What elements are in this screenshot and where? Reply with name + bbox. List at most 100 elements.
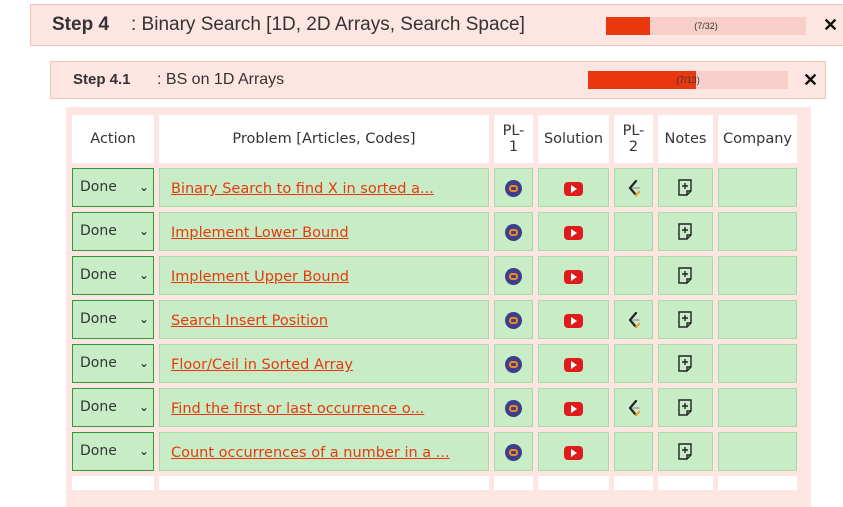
action-select[interactable]: Done ⌄ <box>73 169 153 206</box>
gfg-icon[interactable] <box>505 224 522 241</box>
header-pl1-line2: 1 <box>508 139 519 155</box>
substep-name: : BS on 1D Arrays <box>157 71 285 88</box>
company-cell <box>718 256 797 295</box>
step-name: : Binary Search [1D, 2D Arrays, Search S… <box>131 14 525 35</box>
action-cell: Done ⌄ <box>72 388 154 427</box>
gfg-icon[interactable] <box>505 180 522 197</box>
problem-cell: Floor/Ceil in Sorted Array <box>159 344 489 383</box>
add-note-icon[interactable] <box>676 309 696 328</box>
notes-cell <box>658 388 713 427</box>
substep-close-icon[interactable]: ✕ <box>803 70 818 91</box>
chevron-down-icon: ⌄ <box>138 180 149 194</box>
company-cell <box>718 168 797 207</box>
header-solution: Solution <box>538 115 609 163</box>
step-progress-bar: (7/32) <box>606 17 806 35</box>
header-pl2-line2: 2 <box>628 139 639 155</box>
notes-cell <box>658 300 713 339</box>
header-pl2: PL- 2 <box>614 115 653 163</box>
company-cell <box>718 344 797 383</box>
action-select[interactable]: Done ⌄ <box>73 345 153 382</box>
solution-cell <box>538 432 609 471</box>
notes-cell <box>658 344 713 383</box>
youtube-icon[interactable] <box>564 225 583 240</box>
company-cell <box>718 388 797 427</box>
company-cell <box>718 212 797 251</box>
solution-cell <box>538 388 609 427</box>
header-pl1: PL- 1 <box>494 115 533 163</box>
problems-table-container: Action Problem [Articles, Codes] PL- 1 S… <box>66 107 811 507</box>
substep-title: Step 4.1 <box>73 71 131 88</box>
action-select[interactable]: Done ⌄ <box>73 257 153 294</box>
action-select[interactable]: Done ⌄ <box>73 389 153 426</box>
youtube-icon[interactable] <box>564 445 583 460</box>
company-cell <box>718 300 797 339</box>
header-pl2-line1: PL- <box>622 123 645 139</box>
youtube-icon[interactable] <box>564 313 583 328</box>
pl2-cell <box>614 256 653 295</box>
substep-progress-bar: (7/13) <box>588 71 788 89</box>
notes-cell <box>658 212 713 251</box>
pl1-cell <box>494 300 533 339</box>
action-select[interactable]: Done ⌄ <box>73 301 153 338</box>
youtube-icon[interactable] <box>564 357 583 372</box>
gfg-icon[interactable] <box>505 400 522 417</box>
table-row: Done ⌄ Binary Search to find X in sorted a… <box>72 168 797 207</box>
action-select[interactable]: Done ⌄ <box>73 433 153 470</box>
leetcode-icon[interactable] <box>627 178 641 197</box>
substep-header[interactable]: Step 4.1 : BS on 1D Arrays (7/13) ✕ <box>50 61 826 99</box>
action-select[interactable]: Done ⌄ <box>73 213 153 250</box>
chevron-down-icon: ⌄ <box>138 268 149 282</box>
add-note-icon[interactable] <box>676 353 696 372</box>
step-header[interactable]: Step 4 : Binary Search [1D, 2D Arrays, S… <box>30 4 843 46</box>
chevron-down-icon: ⌄ <box>138 400 149 414</box>
problem-link[interactable]: Floor/Ceil in Sorted Array <box>171 357 353 373</box>
notes-cell <box>658 168 713 207</box>
solution-cell <box>538 212 609 251</box>
youtube-icon[interactable] <box>564 401 583 416</box>
company-cell <box>718 432 797 471</box>
gfg-icon[interactable] <box>505 312 522 329</box>
add-note-icon[interactable] <box>676 441 696 460</box>
problem-link[interactable]: Count occurrences of a number in a ... <box>171 445 450 461</box>
header-problem: Problem [Articles, Codes] <box>159 115 489 163</box>
action-cell: Done ⌄ <box>72 344 154 383</box>
add-note-icon[interactable] <box>676 265 696 284</box>
notes-cell <box>658 432 713 471</box>
gfg-icon[interactable] <box>505 268 522 285</box>
action-select-value: Done <box>80 267 117 283</box>
add-note-icon[interactable] <box>676 221 696 240</box>
pl2-cell <box>614 344 653 383</box>
action-cell: Done ⌄ <box>72 212 154 251</box>
pl2-cell <box>614 300 653 339</box>
pl1-cell <box>494 256 533 295</box>
step-progress-text: (7/32) <box>694 21 718 31</box>
problem-link[interactable]: Find the first or last occurrence o... <box>171 401 424 417</box>
gfg-icon[interactable] <box>505 356 522 373</box>
leetcode-icon[interactable] <box>627 398 641 417</box>
problem-link[interactable]: Search Insert Position <box>171 313 328 329</box>
add-note-icon[interactable] <box>676 397 696 416</box>
problem-cell: Count occurrences of a number in a ... <box>159 432 489 471</box>
header-action: Action <box>72 115 154 163</box>
action-cell: Done ⌄ <box>72 168 154 207</box>
problems-table: Action Problem [Articles, Codes] PL- 1 S… <box>67 110 802 495</box>
add-note-icon[interactable] <box>676 177 696 196</box>
header-company: Company <box>718 115 797 163</box>
action-cell: Done ⌄ <box>72 256 154 295</box>
problem-link[interactable]: Implement Lower Bound <box>171 225 349 241</box>
action-select-value: Done <box>80 179 117 195</box>
youtube-icon[interactable] <box>564 181 583 196</box>
problem-cell: Implement Upper Bound <box>159 256 489 295</box>
action-select-value: Done <box>80 399 117 415</box>
chevron-down-icon: ⌄ <box>138 444 149 458</box>
chevron-down-icon: ⌄ <box>138 312 149 326</box>
pl1-cell <box>494 432 533 471</box>
youtube-icon[interactable] <box>564 269 583 284</box>
gfg-icon[interactable] <box>505 444 522 461</box>
leetcode-icon[interactable] <box>627 310 641 329</box>
pl2-cell <box>614 432 653 471</box>
problem-link[interactable]: Binary Search to find X in sorted a... <box>171 181 434 197</box>
step-close-icon[interactable]: ✕ <box>823 15 838 36</box>
pl1-cell <box>494 344 533 383</box>
problem-link[interactable]: Implement Upper Bound <box>171 269 349 285</box>
